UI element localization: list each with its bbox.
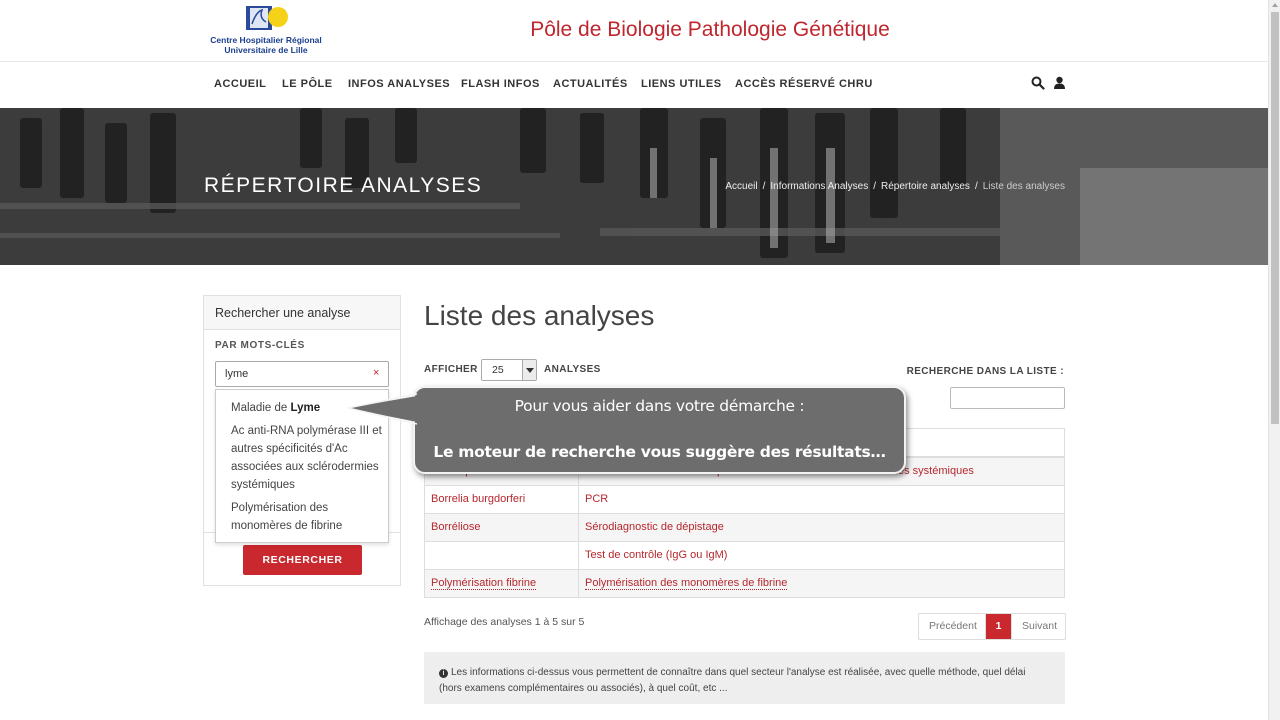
callout-line-2: Le moteur de recherche vous suggère des …	[433, 443, 886, 461]
info-text: Les informations ci-dessus vous permette…	[439, 667, 1026, 694]
keywords-input[interactable]: lyme	[215, 361, 389, 387]
table-cell-detail[interactable]: Sérodiagnostic de dépistage	[579, 514, 1066, 541]
chru-lille-logo[interactable]: Centre Hospitalier Régional Universitair…	[204, 4, 328, 58]
breadcrumb-separator: /	[974, 181, 978, 192]
breadcrumb: Accueil / Informations Analyses / Répertoire…	[725, 181, 1065, 192]
scroll-thumb[interactable]	[1271, 12, 1279, 424]
pagination: Précédent 1 Suivant	[918, 613, 1066, 640]
table-cell-analyse[interactable]: Borréliose	[425, 514, 579, 541]
lab-tubes-banner-image	[0, 108, 1268, 265]
filter-input[interactable]	[950, 387, 1065, 409]
table-row: Polymérisation fibrine Polymérisation de…	[425, 570, 1064, 598]
breadcrumb-current: Liste des analyses	[982, 181, 1065, 192]
table-row: Borréliose Sérodiagnostic de dépistage	[425, 514, 1064, 542]
logo-line-1: Centre Hospitalier Régional	[210, 35, 322, 45]
page-banner: RÉPERTOIRE ANALYSES Accueil / Informations…	[0, 108, 1268, 265]
page-length-suffix: ANALYSES	[544, 364, 601, 375]
nav-flash-infos[interactable]: FLASH INFOS	[461, 78, 540, 90]
user-icon[interactable]	[1053, 76, 1066, 90]
table-cell-analyse	[425, 542, 579, 569]
nav-acces-reserve[interactable]: ACCÈS RÉSERVÉ CHRU	[735, 78, 873, 90]
chevron-down-icon[interactable]	[522, 360, 536, 380]
search-icon[interactable]	[1031, 76, 1045, 90]
page-length-value: 25	[492, 364, 504, 376]
table-cell-analyse[interactable]: Borrelia burgdorferi	[425, 486, 579, 513]
breadcrumb-accueil[interactable]: Accueil	[725, 181, 757, 192]
sidebar-heading: Rechercher une analyse	[204, 296, 400, 330]
breadcrumb-informations-analyses[interactable]: Informations Analyses	[770, 181, 868, 192]
page-length-select[interactable]: 25	[481, 359, 537, 381]
info-icon: i	[439, 669, 448, 678]
nav-actualites[interactable]: ACTUALITÉS	[553, 78, 628, 90]
suggestion-item[interactable]: Polymérisation des monomères de fibrine	[231, 499, 383, 535]
table-row: Test de contrôle (IgG ou IgM)	[425, 542, 1064, 570]
callout-line-1: Pour vous aider dans votre démarche :	[514, 397, 805, 415]
table-cell-detail[interactable]: Polymérisation des monomères de fibrine	[579, 570, 1066, 597]
breadcrumb-separator: /	[762, 181, 766, 192]
pagination-previous[interactable]: Précédent	[919, 614, 986, 639]
suggestion-item[interactable]: Maladie de Lyme	[231, 399, 383, 417]
page-scrollbar[interactable]	[1268, 0, 1280, 720]
nav-liens-utiles[interactable]: LIENS UTILES	[641, 78, 722, 90]
page-length-label: AFFICHER	[424, 364, 478, 375]
clear-icon[interactable]: ×	[373, 367, 379, 379]
suggestion-item[interactable]: Ac anti-RNA polymérase III et autres spé…	[231, 422, 383, 494]
page-heading: RÉPERTOIRE ANALYSES	[204, 174, 483, 197]
search-button[interactable]: RECHERCHER	[243, 545, 362, 575]
keywords-label: PAR MOTS-CLÉS	[215, 340, 305, 351]
site-title: Pôle de Biologie Pathologie Génétique	[530, 18, 890, 41]
table-cell-detail[interactable]: Test de contrôle (IgG ou IgM)	[579, 542, 1066, 569]
nav-le-pole[interactable]: LE PÔLE	[282, 78, 333, 90]
table-cell-detail[interactable]: PCR	[579, 486, 1066, 513]
logo-mark-icon	[246, 6, 288, 30]
pagination-next[interactable]: Suivant	[1011, 614, 1065, 639]
autocomplete-dropdown: Maladie de Lyme Ac anti-RNA polymérase I…	[215, 389, 389, 543]
nav-accueil[interactable]: ACCUEIL	[214, 78, 266, 90]
help-callout: Pour vous aider dans votre démarche : Le…	[413, 386, 906, 474]
info-note: i Les informations ci-dessus vous permett…	[424, 652, 1065, 704]
site-header: Centre Hospitalier Régional Universitair…	[0, 0, 1268, 62]
list-title: Liste des analyses	[424, 300, 655, 331]
filter-label: RECHERCHE DANS LA LISTE :	[906, 366, 1064, 377]
breadcrumb-repertoire-analyses[interactable]: Répertoire analyses	[881, 181, 970, 192]
table-info: Affichage des analyses 1 à 5 sur 5	[424, 616, 585, 628]
table-row: Borrelia burgdorferi PCR	[425, 486, 1064, 514]
breadcrumb-separator: /	[873, 181, 876, 192]
logo-line-2: Universitaire de Lille	[224, 45, 308, 55]
table-cell-analyse[interactable]: Polymérisation fibrine	[425, 570, 579, 597]
pagination-page-1[interactable]: 1	[986, 614, 1011, 639]
scroll-up-arrow-icon[interactable]	[1272, 3, 1278, 7]
nav-infos-analyses[interactable]: INFOS ANALYSES	[348, 78, 450, 90]
main-nav: ACCUEIL LE PÔLE INFOS ANALYSES FLASH INF…	[0, 62, 1268, 108]
